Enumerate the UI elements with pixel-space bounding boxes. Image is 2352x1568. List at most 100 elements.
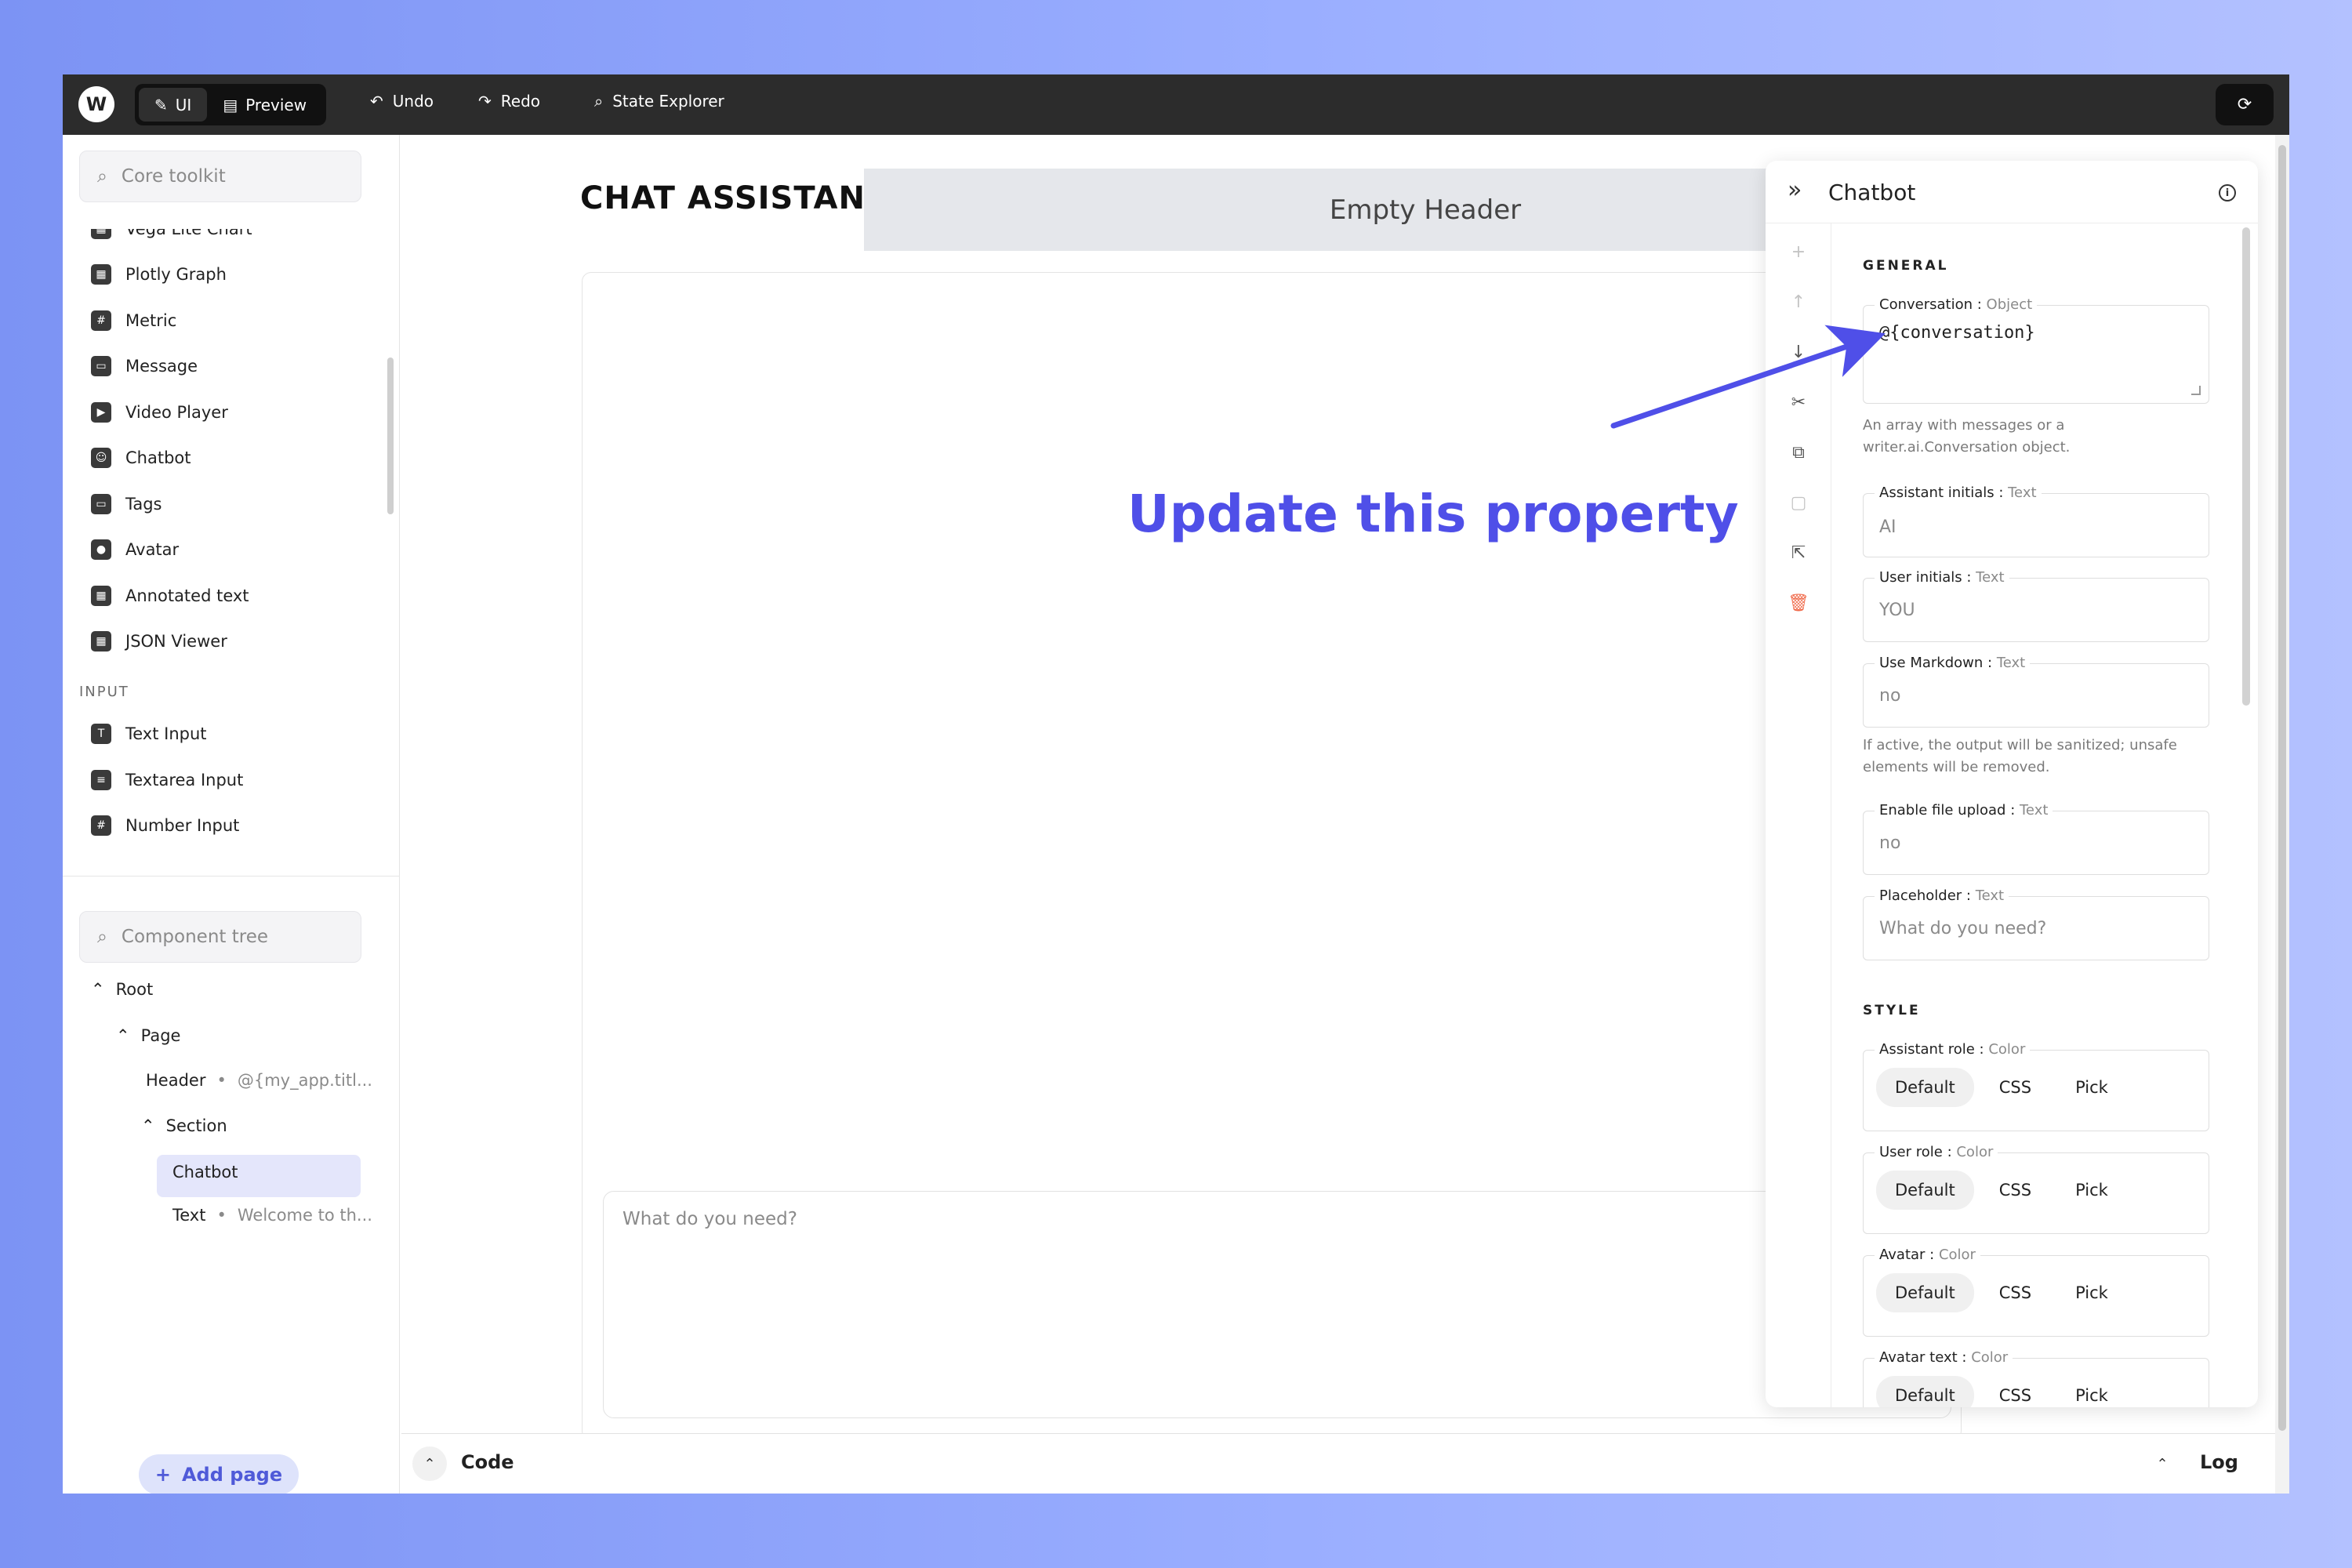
sync-button[interactable]: ⟳: [2216, 84, 2274, 125]
paste-icon[interactable]: ▢: [1789, 493, 1808, 513]
tree-node-root[interactable]: ⌃ Root: [91, 980, 153, 999]
avatar-color-field[interactable]: Avatar : Color Default CSS Pick: [1863, 1247, 2209, 1337]
use-markdown-value: no: [1879, 686, 1901, 706]
toolkit-item-metric[interactable]: # Metric: [91, 310, 176, 331]
placeholder-field[interactable]: Placeholder : Text What do you need?: [1863, 887, 2209, 960]
conversation-field[interactable]: Conversation : Object @{conversation}: [1863, 296, 2209, 404]
color-css-option[interactable]: CSS: [1980, 1171, 2050, 1210]
color-default-option[interactable]: Default: [1876, 1376, 1974, 1407]
tree-search[interactable]: ⌕ Component tree: [79, 911, 361, 963]
assistant-initials-field[interactable]: Assistant initials : Text AI: [1863, 485, 2209, 557]
use-markdown-field[interactable]: Use Markdown : Text no: [1863, 655, 2209, 728]
general-section-label: GENERAL: [1863, 258, 1949, 274]
go-to-parent-icon[interactable]: ⇱: [1789, 543, 1808, 563]
search-icon: ⌕: [97, 166, 107, 187]
field-label-text: Assistant initials: [1879, 485, 1994, 501]
toolkit-item-text-input[interactable]: T Text Input: [91, 724, 207, 744]
toolkit-item-label: Avatar: [125, 540, 180, 559]
color-css-option[interactable]: CSS: [1980, 1068, 2050, 1107]
copy-icon[interactable]: ⧉: [1789, 443, 1808, 463]
conversation-value[interactable]: @{conversation}: [1879, 323, 2035, 343]
toolkit-item-json-viewer[interactable]: ▦ JSON Viewer: [91, 631, 227, 652]
move-down-icon[interactable]: ↓: [1789, 343, 1808, 362]
chat-input[interactable]: What do you need?: [603, 1191, 1951, 1418]
app-title[interactable]: CHAT ASSISTANT: [580, 180, 887, 216]
toolkit-item-label: JSON Viewer: [125, 632, 227, 651]
tree-node-label: Header: [146, 1071, 206, 1090]
color-pick-option[interactable]: Pick: [2056, 1376, 2127, 1407]
tree-node-chatbot[interactable]: Chatbot: [172, 1163, 238, 1181]
color-default-option[interactable]: Default: [1876, 1273, 1974, 1312]
chevron-up-icon: ⌃: [91, 980, 105, 999]
tree-node-section[interactable]: ⌃ Section: [141, 1116, 227, 1135]
cut-icon[interactable]: ✂: [1789, 393, 1808, 412]
tree-node-page[interactable]: ⌃ Page: [116, 1026, 180, 1045]
mode-ui-label: UI: [175, 95, 192, 114]
undo-button[interactable]: ↶ Undo: [370, 92, 434, 111]
assistant-role-field[interactable]: Assistant role : Color Default CSS Pick: [1863, 1041, 2209, 1131]
toolkit-item-plotly[interactable]: ▦ Plotly Graph: [91, 264, 227, 285]
placeholder-value: What do you need?: [1879, 919, 2047, 938]
collapse-panel-icon[interactable]: »: [1788, 176, 1802, 204]
toolkit-item-video[interactable]: ▶ Video Player: [91, 402, 228, 423]
move-up-icon[interactable]: ↑: [1789, 292, 1808, 312]
json-icon: ▦: [91, 631, 111, 652]
tree-node-text[interactable]: Text • Welcome to th...: [172, 1206, 372, 1225]
toolkit-scrollbar[interactable]: [387, 358, 394, 514]
color-pick-option[interactable]: Pick: [2056, 1171, 2127, 1210]
mode-preview-button[interactable]: ▤ Preview: [207, 88, 322, 122]
resize-handle-icon[interactable]: [2191, 386, 2201, 395]
tree-node-header[interactable]: Header • @{my_app.titl...: [146, 1071, 372, 1090]
add-icon[interactable]: +: [1789, 242, 1808, 262]
user-role-field[interactable]: User role : Color Default CSS Pick: [1863, 1144, 2209, 1234]
tree-node-dot: •: [216, 1071, 227, 1090]
info-icon[interactable]: i: [2219, 184, 2236, 201]
color-default-option[interactable]: Default: [1876, 1171, 1974, 1210]
toolkit-item-label: Message: [125, 357, 198, 376]
toolkit-item-vega[interactable]: ▦ Vega Lite Chart: [91, 229, 252, 239]
code-toggle-button[interactable]: ⌃: [412, 1446, 447, 1481]
redo-button[interactable]: ↷ Redo: [478, 92, 540, 111]
color-css-option[interactable]: CSS: [1980, 1376, 2050, 1407]
color-mode-options: Default CSS Pick: [1876, 1068, 2127, 1107]
toolkit-item-number-input[interactable]: # Number Input: [91, 815, 239, 836]
log-label[interactable]: Log: [2200, 1451, 2238, 1473]
toolkit-item-textarea-input[interactable]: ≡ Textarea Input: [91, 770, 243, 790]
tree-node-dot: •: [216, 1206, 227, 1225]
field-type: Color: [1938, 1247, 1976, 1263]
mode-ui-button[interactable]: ✎ UI: [139, 88, 208, 122]
add-page-button[interactable]: + Add page: [139, 1454, 299, 1494]
toolkit-item-avatar[interactable]: ● Avatar: [91, 539, 179, 560]
graph-icon: ▦: [91, 264, 111, 285]
color-pick-option[interactable]: Pick: [2056, 1068, 2127, 1107]
code-label[interactable]: Code: [461, 1451, 514, 1473]
redo-icon: ↷: [478, 92, 492, 111]
color-pick-option[interactable]: Pick: [2056, 1273, 2127, 1312]
color-default-option[interactable]: Default: [1876, 1068, 1974, 1107]
toolkit-search[interactable]: ⌕ Core toolkit: [79, 151, 361, 202]
field-label-text: Conversation: [1879, 296, 1973, 313]
use-markdown-help: If active, the output will be sanitized;…: [1863, 737, 2177, 775]
component-actions: + ↑ ↓ ✂ ⧉ ▢ ⇱ 🗑: [1766, 223, 1831, 1407]
settings-panel-scrollbar[interactable]: [2242, 227, 2250, 706]
log-toggle-button[interactable]: ⌃: [2145, 1446, 2180, 1481]
avatar-text-color-field[interactable]: Avatar text : Color Default CSS Pick: [1863, 1349, 2209, 1407]
chevron-up-icon: ⌃: [116, 1026, 130, 1045]
canvas-scrollbar[interactable]: [2278, 145, 2286, 1431]
preview-icon: ▤: [223, 95, 238, 114]
writer-logo[interactable]: W: [78, 86, 114, 122]
toolkit-item-annotated-text[interactable]: ▦ Annotated text: [91, 586, 249, 606]
sync-icon: ⟳: [2237, 95, 2252, 114]
field-label-text: User initials: [1879, 569, 1962, 586]
state-explorer-button[interactable]: ⌕ State Explorer: [594, 92, 724, 111]
toolkit-item-chatbot[interactable]: ☺ Chatbot: [91, 448, 191, 468]
delete-icon[interactable]: 🗑: [1788, 593, 1809, 613]
left-sidebar: ⌕ Core toolkit ▦ Vega Lite Chart ▦ Plotl…: [63, 135, 400, 1494]
toolkit-item-tags[interactable]: ▭ Tags: [91, 494, 162, 514]
mode-preview-label: Preview: [245, 95, 307, 114]
tree-node-label: Page: [140, 1026, 181, 1045]
file-upload-field[interactable]: Enable file upload : Text no: [1863, 802, 2209, 875]
color-css-option[interactable]: CSS: [1980, 1273, 2050, 1312]
user-initials-field[interactable]: User initials : Text YOU: [1863, 569, 2209, 642]
toolkit-item-message[interactable]: ▭ Message: [91, 356, 198, 376]
